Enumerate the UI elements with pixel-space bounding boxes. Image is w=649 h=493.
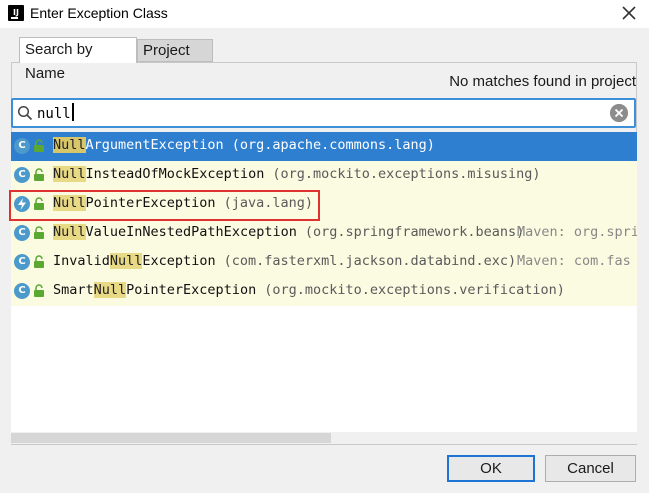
class-name-rest: InsteadOfMockException xyxy=(85,166,265,182)
match-highlight: Null xyxy=(53,137,86,153)
search-field[interactable]: null xyxy=(11,98,636,128)
result-row[interactable]: C InvalidNullException (com.fasterxml.jack… xyxy=(11,248,637,277)
class-name: SmartNullPointerException (org.mockito.ex… xyxy=(53,282,565,298)
public-lock-icon xyxy=(34,255,44,268)
match-highlight: Null xyxy=(93,282,127,298)
package-name: (org.springframework.beans) xyxy=(304,224,525,240)
class-icon: C xyxy=(14,167,30,183)
package-name: (org.mockito.exceptions.verification) xyxy=(264,282,565,298)
result-row[interactable]: C NullValueInNestedPathException (org.spri… xyxy=(11,219,637,248)
intellij-icon: IJ xyxy=(8,5,24,21)
class-name-prefix: Invalid xyxy=(53,253,110,269)
package-name: (com.fasterxml.jackson.databind.exc) xyxy=(223,253,517,269)
class-name: NullInsteadOfMockException (org.mockito.e… xyxy=(53,166,541,182)
class-name: InvalidNullException (com.fasterxml.jacks… xyxy=(53,253,516,269)
package-name: (java.lang) xyxy=(223,195,313,211)
library-name: Maven: com.fas xyxy=(517,253,631,269)
exception-class-icon xyxy=(14,196,30,212)
class-name-rest: PointerException xyxy=(126,282,257,298)
class-icon: C xyxy=(14,138,30,154)
title-bar: IJ Enter Exception Class xyxy=(0,0,649,28)
match-highlight: Null xyxy=(53,195,86,211)
horizontal-scrollbar[interactable] xyxy=(11,432,637,444)
result-row[interactable]: C NullArgumentException (org.apache.common… xyxy=(11,132,637,161)
class-name-rest: ArgumentException xyxy=(85,137,224,153)
package-name: (org.apache.commons.lang) xyxy=(231,137,435,153)
class-icon: C xyxy=(14,283,30,299)
ok-button[interactable]: OK xyxy=(447,455,535,482)
clear-search-icon[interactable] xyxy=(610,104,628,122)
match-highlight: Null xyxy=(53,166,86,182)
class-name-prefix: Smart xyxy=(53,282,94,298)
cancel-button[interactable]: Cancel xyxy=(545,455,636,482)
public-lock-icon xyxy=(34,168,44,181)
class-name-rest: Exception xyxy=(142,253,216,269)
text-caret xyxy=(71,103,74,121)
class-name: NullValueInNestedPathException (org.sprin… xyxy=(53,224,524,240)
class-icon: C xyxy=(14,225,30,241)
results-list[interactable]: C NullArgumentException (org.apache.common… xyxy=(11,132,637,432)
match-highlight: Null xyxy=(109,253,143,269)
status-text: No matches found in project xyxy=(449,73,636,90)
class-name: NullArgumentException (org.apache.commons… xyxy=(53,137,435,153)
tab-search-by-name[interactable]: Search by Name xyxy=(19,37,137,82)
result-row[interactable]: C SmartNullPointerException (org.mockito.e… xyxy=(11,277,637,306)
class-name: NullPointerException (java.lang) xyxy=(53,195,313,211)
package-name: (org.mockito.exceptions.misusing) xyxy=(272,166,541,182)
public-lock-icon xyxy=(34,284,44,297)
result-row[interactable]: NullPointerException (java.lang) xyxy=(11,190,637,219)
tab-project[interactable]: Project xyxy=(137,39,213,62)
library-name: Maven: org.spring xyxy=(517,224,637,240)
class-icon: C xyxy=(14,254,30,270)
public-lock-icon xyxy=(34,226,44,239)
close-icon[interactable] xyxy=(619,3,639,23)
match-highlight: Null xyxy=(53,224,86,240)
class-name-rest: ValueInNestedPathException xyxy=(85,224,297,240)
public-lock-icon xyxy=(34,197,44,210)
search-input[interactable]: null xyxy=(37,103,74,124)
public-lock-icon xyxy=(34,139,44,152)
result-row[interactable]: C NullInsteadOfMockException (org.mockito.… xyxy=(11,161,637,190)
search-icon xyxy=(17,105,33,121)
scrollbar-thumb[interactable] xyxy=(11,433,331,443)
window-title: Enter Exception Class xyxy=(30,5,168,21)
class-name-rest: PointerException xyxy=(85,195,216,211)
